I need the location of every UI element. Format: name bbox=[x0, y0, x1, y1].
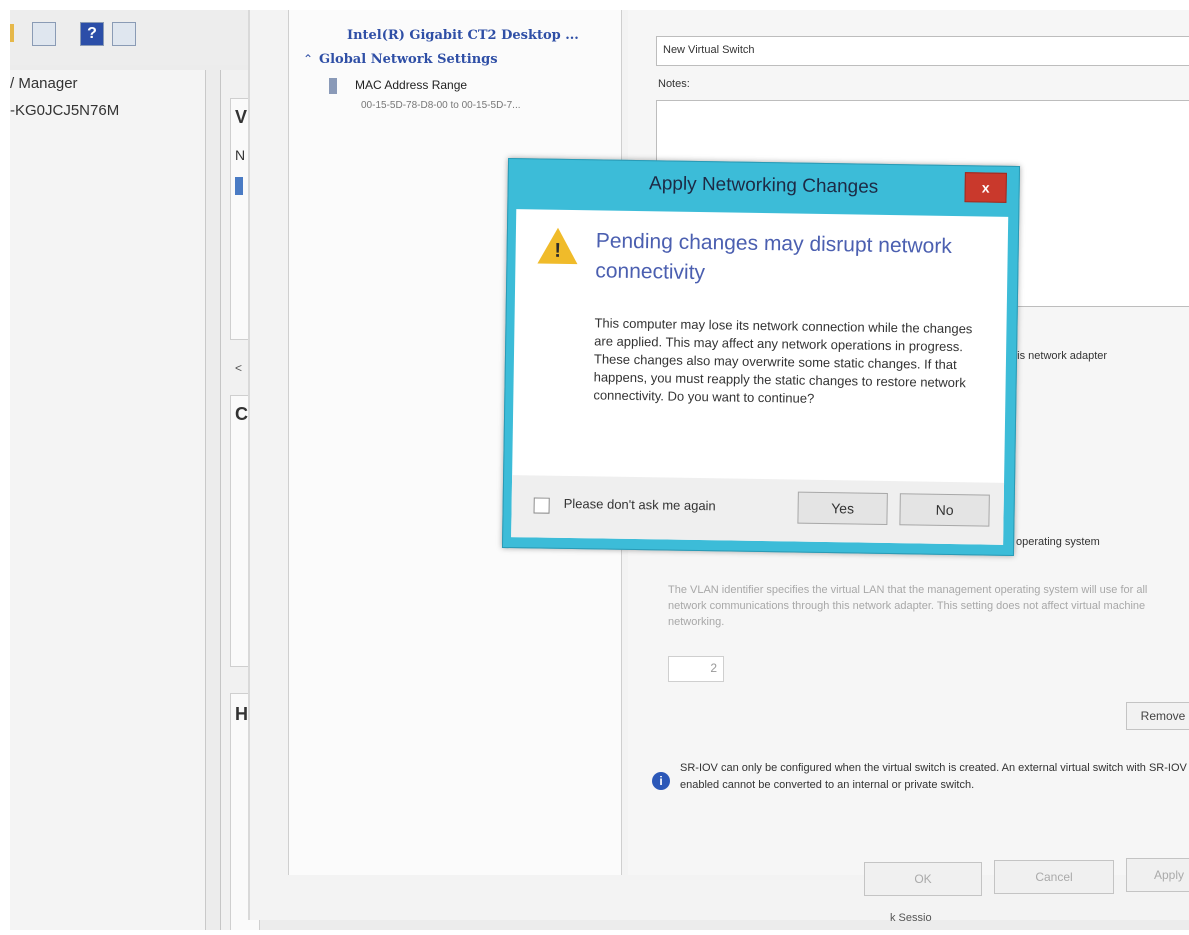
bottom-fragment: k Sessio bbox=[890, 912, 932, 924]
adapter-icon bbox=[329, 78, 337, 94]
vm-panel-heading: V bbox=[235, 107, 248, 127]
adapter-item[interactable]: Intel(R) Gigabit CT2 Desktop ... bbox=[347, 28, 579, 43]
checkpoints-heading: C bbox=[235, 404, 248, 424]
apply-networking-dialog: Apply Networking Changes x ! Pending cha… bbox=[501, 158, 1021, 556]
vlan-description: The VLAN identifier specifies the virtua… bbox=[668, 584, 1148, 628]
no-button[interactable]: No bbox=[899, 493, 990, 527]
close-button[interactable]: x bbox=[964, 172, 1007, 203]
scroll-left-button[interactable]: < bbox=[235, 361, 242, 375]
switch-name-field[interactable]: New Virtual Switch bbox=[656, 36, 1189, 66]
info-icon: i bbox=[652, 772, 670, 790]
dialog-body: ! Pending changes may disrupt network co… bbox=[511, 209, 1009, 545]
folder-icon[interactable] bbox=[10, 24, 14, 42]
adapter-option-label: this network adapter bbox=[1008, 350, 1108, 362]
os-option-label: operating system bbox=[1016, 536, 1100, 548]
switch-name-value: New Virtual Switch bbox=[663, 44, 755, 56]
dont-ask-label[interactable]: Please don't ask me again bbox=[564, 496, 716, 513]
view-icon[interactable] bbox=[112, 22, 136, 46]
mac-range-item[interactable]: MAC Address Range bbox=[355, 78, 467, 92]
sriov-note: SR-IOV can only be configured when the v… bbox=[680, 762, 1187, 791]
cancel-button[interactable]: Cancel bbox=[994, 860, 1114, 894]
navigation-tree: / Manager -KG0JCJ5N76M bbox=[10, 70, 206, 930]
properties-icon[interactable] bbox=[32, 22, 56, 46]
vlan-id-value: 2 bbox=[710, 661, 717, 675]
ok-button[interactable]: OK bbox=[864, 862, 982, 896]
details-heading: H bbox=[235, 704, 248, 724]
dialog-message: This computer may lose its network conne… bbox=[593, 315, 973, 406]
vlan-id-field[interactable]: 2 bbox=[668, 656, 724, 682]
dialog-title: Apply Networking Changes bbox=[648, 173, 879, 198]
warning-mark: ! bbox=[554, 239, 562, 262]
tree-root-label[interactable]: / Manager bbox=[10, 75, 78, 92]
vm-column-heading: N bbox=[235, 147, 246, 163]
help-icon[interactable]: ? bbox=[80, 22, 104, 46]
global-settings-item[interactable]: Global Network Settings bbox=[319, 52, 498, 67]
mac-range-value: 00-15-5D-78-D8-00 to 00-15-5D-7... bbox=[361, 100, 521, 111]
remove-button[interactable]: Remove bbox=[1126, 702, 1189, 730]
toolbar: ? bbox=[10, 10, 250, 65]
dialog-footer: Please don't ask me again Yes No bbox=[511, 475, 1005, 545]
apply-button[interactable]: Apply bbox=[1126, 858, 1189, 892]
notes-label: Notes: bbox=[658, 78, 690, 90]
dont-ask-checkbox[interactable] bbox=[533, 497, 550, 514]
yes-button[interactable]: Yes bbox=[797, 491, 888, 526]
collapse-icon[interactable]: ⌃ bbox=[303, 52, 313, 66]
dialog-heading: Pending changes may disrupt network conn… bbox=[595, 229, 952, 285]
vm-row-icon[interactable] bbox=[235, 177, 243, 195]
tree-host-label[interactable]: -KG0JCJ5N76M bbox=[10, 102, 119, 119]
